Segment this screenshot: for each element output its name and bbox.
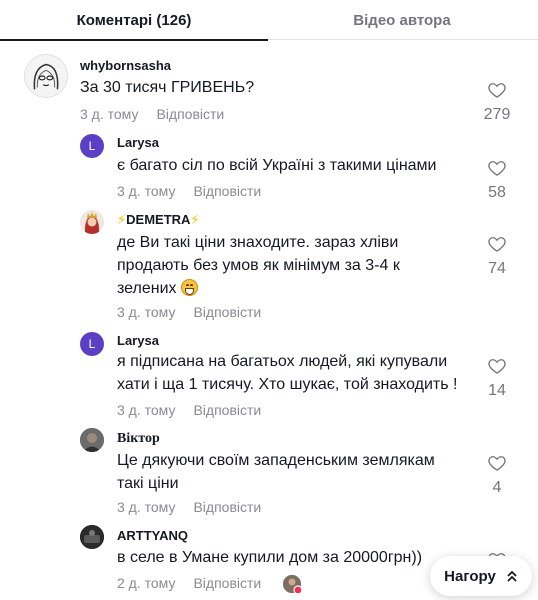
comment-time: 3 д. тому <box>117 402 176 418</box>
like-button[interactable]: 14 <box>477 356 517 400</box>
tab-author-videos[interactable]: Відео автора <box>268 0 536 40</box>
reply-button[interactable]: Відповісти <box>156 106 224 122</box>
comment-meta: 3 д. тому Відповісти <box>117 304 261 320</box>
avatar[interactable]: L <box>80 332 104 356</box>
reply-button[interactable]: Відповісти <box>193 402 261 418</box>
scroll-to-top-label: Нагору <box>444 567 496 585</box>
reply-button[interactable]: Відповісти <box>193 575 261 591</box>
reply-button[interactable]: Відповісти <box>193 304 261 320</box>
comment-text: є багато сіл по всій Україні з такими ці… <box>117 157 437 174</box>
double-chevron-up-icon <box>506 569 518 583</box>
like-count: 279 <box>483 106 511 123</box>
username-text: DEMETRA <box>126 212 191 227</box>
comment-meta: 3 д. тому Відповісти <box>117 183 261 199</box>
comment-time: 2 д. тому <box>117 575 176 591</box>
like-button[interactable]: 4 <box>477 453 517 497</box>
comment-username[interactable]: ARTTYANQ <box>117 528 188 543</box>
comment-meta: 3 д. тому Відповісти <box>117 499 261 515</box>
avatar[interactable] <box>80 428 104 452</box>
lightning-icon: ⚡ <box>190 212 200 227</box>
reply-button[interactable]: Відповісти <box>193 499 261 515</box>
heart-icon <box>488 83 506 98</box>
heart-icon <box>488 359 506 374</box>
comment-username[interactable]: ⚡DEMETRA⚡ <box>117 212 200 228</box>
like-count: 74 <box>488 260 506 277</box>
like-count: 58 <box>488 184 506 201</box>
comment-text: я підписана на багатьох людей, які купув… <box>117 353 458 393</box>
comment-username[interactable]: Larysa <box>117 333 159 348</box>
profile-photo-icon <box>80 525 104 549</box>
comment-time: 3 д. тому <box>117 183 176 199</box>
comment-text-body: де Ви такі ціни знаходите. зараз хліви п… <box>117 234 400 297</box>
creator-avatar-icon <box>283 575 301 593</box>
man-portrait-icon <box>80 428 104 452</box>
avatar[interactable] <box>80 210 104 234</box>
reply-button[interactable]: Відповісти <box>193 183 261 199</box>
sketch-portrait-icon <box>25 55 67 97</box>
like-button[interactable]: 74 <box>477 234 517 278</box>
lightning-icon: ⚡ <box>117 212 127 227</box>
comment-text: в селе в Умане купили дом за 20000грн)) <box>117 549 423 566</box>
comment-time: 3 д. тому <box>117 304 176 320</box>
like-button[interactable]: 58 <box>477 158 517 202</box>
comment-meta: 3 д. тому Відповісти <box>80 106 224 122</box>
comment-username[interactable]: Larysa <box>117 135 159 150</box>
tab-comments[interactable]: Коментарі (126) <box>0 0 268 41</box>
heart-icon <box>488 161 506 176</box>
creator-liked-avatar <box>283 575 301 593</box>
scroll-to-top-button[interactable]: Нагору <box>430 556 532 596</box>
comment-username[interactable]: Віктор <box>117 431 160 447</box>
comment-time: 3 д. тому <box>80 106 139 122</box>
comment-text: За 30 тисяч ГРИВЕНЬ? <box>80 79 255 96</box>
like-count: 14 <box>488 382 506 399</box>
heart-icon <box>488 456 506 471</box>
comment-meta: 2 д. тому Відповісти <box>117 575 261 591</box>
avatar[interactable] <box>24 54 68 98</box>
like-button[interactable]: 279 <box>477 80 517 124</box>
grinning-emoji-icon <box>180 279 198 296</box>
like-count: 4 <box>492 479 502 496</box>
tab-bar: Коментарі (126) Відео автора <box>0 0 538 41</box>
heart-icon <box>488 237 506 252</box>
avatar[interactable] <box>80 525 104 549</box>
comment-time: 3 д. тому <box>117 499 176 515</box>
comment-text: Це дякуючи своїм западенським землякам т… <box>117 452 435 492</box>
avatar[interactable]: L <box>80 134 104 158</box>
woman-portrait-icon <box>80 210 104 234</box>
comment-meta: 3 д. тому Відповісти <box>117 402 261 418</box>
comment-text: де Ви такі ціни знаходите. зараз хліви п… <box>117 231 437 300</box>
comment-username[interactable]: whybornsasha <box>80 58 171 73</box>
